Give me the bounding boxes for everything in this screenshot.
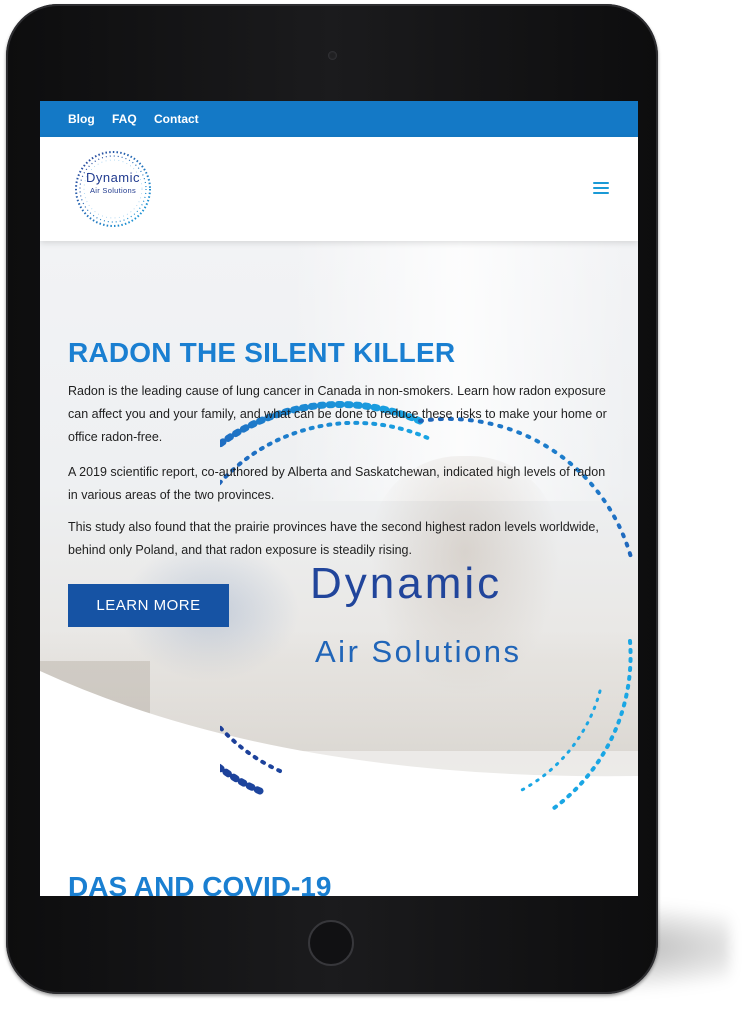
hero-paragraph-1: Radon is the leading cause of lung cance… [68,384,607,444]
top-nav-bar: Blog FAQ Contact [40,101,638,137]
learn-more-button[interactable]: LEARN MORE [68,584,229,627]
nav-link-faq[interactable]: FAQ [112,112,137,126]
tablet-device-frame: Blog FAQ Contact Dynamic Air Solutions R… [6,4,658,994]
logo-text-air-solutions: Air Solutions [89,186,136,195]
website-screen: Blog FAQ Contact Dynamic Air Solutions R… [40,101,638,896]
brand-text-dynamic: Dynamic [310,559,503,608]
brand-text-air-solutions: Air Solutions [315,634,522,669]
logo-text-dynamic: Dynamic [85,170,141,185]
hero-paragraph-2: A 2019 scientific report, co-authored by… [68,465,606,502]
camera-icon [328,51,337,60]
home-button[interactable] [308,920,354,966]
hero-title: RADON THE SILENT KILLER [68,337,456,368]
section-title-das-covid: DAS AND COVID-19 [68,871,332,896]
dotted-circle-logo-icon [220,400,634,813]
hamburger-menu-icon[interactable] [593,182,609,194]
nav-link-blog[interactable]: Blog [68,112,95,126]
hero-paragraph-3: This study also found that the prairie p… [68,520,599,557]
nav-link-contact[interactable]: Contact [154,112,199,126]
site-header: Dynamic Air Solutions [40,137,638,241]
